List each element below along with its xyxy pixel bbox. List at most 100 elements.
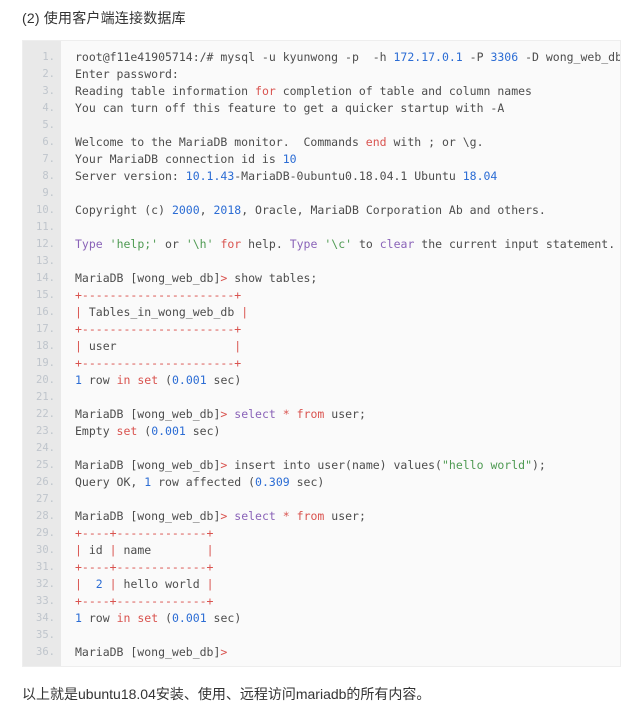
code-line-number: 28. (36, 510, 55, 522)
code-token: | (109, 543, 117, 557)
code-token: sec) (289, 475, 325, 489)
closing-paragraph: 以上就是ubuntu18.04安装、使用、远程访问mariadb的所有内容。 (22, 686, 431, 702)
code-token: 3306 (490, 50, 519, 64)
code-token: | (234, 339, 242, 353)
code-token: Query OK, (75, 475, 145, 489)
code-token: | (206, 577, 214, 591)
code-token: ( (158, 373, 172, 387)
code-line: +----+-------------+ (75, 593, 620, 610)
code-token: user; (324, 509, 366, 523)
code-token: +----+-------------+ (75, 526, 214, 540)
code-line-number: 15. (36, 289, 55, 301)
code-token: set (137, 611, 159, 625)
code-line: MariaDB [wong_web_db]> show tables; (75, 270, 620, 287)
code-token: Your MariaDB connection id is (75, 152, 283, 166)
code-line-number: 2. (42, 68, 55, 80)
code-line: Query OK, 1 row affected (0.309 sec) (75, 474, 620, 491)
code-line: +----------------------+ (75, 321, 620, 338)
code-token: +----------------------+ (75, 356, 242, 370)
code-token: sec) (206, 611, 242, 625)
code-line-number: 18. (36, 340, 55, 352)
code-token: * (282, 407, 290, 421)
code-line: MariaDB [wong_web_db]> (75, 644, 620, 661)
code-line-number: 1. (42, 51, 55, 63)
code-line: Your MariaDB connection id is 10 (75, 151, 620, 168)
code-token: 1 (75, 373, 82, 387)
code-token: 'help;' (109, 237, 159, 251)
code-token: set (137, 373, 159, 387)
code-content[interactable]: root@f11e41905714:/# mysql -u kyunwong -… (61, 41, 620, 666)
code-token: -P (462, 50, 491, 64)
code-line-number: 22. (36, 408, 55, 420)
code-line-number: 35. (36, 629, 55, 641)
code-line-number: 10. (36, 204, 55, 216)
code-token: MariaDB [wong_web_db] (75, 458, 221, 472)
code-token: in (116, 611, 131, 625)
code-token: MariaDB [wong_web_db] (75, 407, 221, 421)
code-token: insert into user(name) values( (227, 458, 442, 472)
code-token: 2 (95, 577, 103, 591)
code-token: ( (158, 611, 172, 625)
code-line: MariaDB [wong_web_db]> insert into user(… (75, 457, 620, 474)
code-block[interactable]: 1. 2. 3. 4. 5. 6. 7. 8. 9. 10. 11. 12. 13. 14. 15. 16. 1… (22, 40, 621, 667)
code-token: the current input statement. (414, 237, 616, 251)
code-token: for (255, 84, 276, 98)
code-token: ( (137, 424, 152, 438)
code-token: ); (532, 458, 546, 472)
page-title: (2) 使用客户端连接数据库 (22, 10, 186, 26)
code-line-number: 26. (36, 476, 55, 488)
code-line-number: 20. (36, 374, 55, 386)
code-token: 10.1.43 (185, 169, 235, 183)
code-line: +----------------------+ (75, 287, 620, 304)
code-token: help. (241, 237, 290, 251)
code-line-number: 36. (36, 646, 55, 658)
code-line-number: 30. (36, 544, 55, 556)
code-token: Server version: (75, 169, 186, 183)
code-line-number: 23. (36, 425, 55, 437)
code-token: 0.001 (151, 424, 186, 438)
code-line-number: 16. (36, 306, 55, 318)
code-line-number: 17. (36, 323, 55, 335)
code-line-number: 32. (36, 578, 55, 590)
code-line: Reading table information for completion… (75, 83, 620, 100)
code-line-number: 11. (36, 221, 55, 233)
code-token: -D wong_web_db (518, 50, 620, 64)
code-token: Copyright (c) (75, 203, 172, 217)
code-token: show tables; (227, 271, 318, 285)
code-token: 172.17.0.1 (393, 50, 463, 64)
code-token: row (81, 611, 117, 625)
code-token: | (109, 577, 117, 591)
code-token: Type (75, 237, 103, 251)
code-line-number: 24. (36, 442, 55, 454)
code-token: 0.001 (172, 373, 207, 387)
code-line: +----------------------+ (75, 355, 620, 372)
code-token: from (296, 407, 325, 421)
code-line-number: 13. (36, 255, 55, 267)
article-page: (2) 使用客户端连接数据库 1. 2. 3. 4. 5. 6. 7. 8. 9. 10. 11. 1… (0, 0, 631, 713)
code-token: , (199, 203, 214, 217)
code-token: clear (379, 237, 415, 251)
code-line: | id | name | (75, 542, 620, 559)
code-token: to (352, 237, 380, 251)
code-line: | Tables_in_wong_web_db | (75, 304, 620, 321)
code-token: | (75, 339, 82, 353)
code-line: Enter password: (75, 66, 620, 83)
code-token: select (234, 509, 276, 523)
code-token: MariaDB [wong_web_db] (75, 509, 221, 523)
code-line-number: 29. (36, 527, 55, 539)
code-line-number: 9. (42, 187, 55, 199)
code-token: MariaDB [wong_web_db] (75, 271, 221, 285)
code-token: set (116, 424, 138, 438)
code-line-number: 25. (36, 459, 55, 471)
code-token: Welcome to the MariaDB monitor. Commands (75, 135, 366, 149)
code-line-number: 3. (42, 85, 55, 97)
code-token: with ; or \g. (386, 135, 484, 149)
